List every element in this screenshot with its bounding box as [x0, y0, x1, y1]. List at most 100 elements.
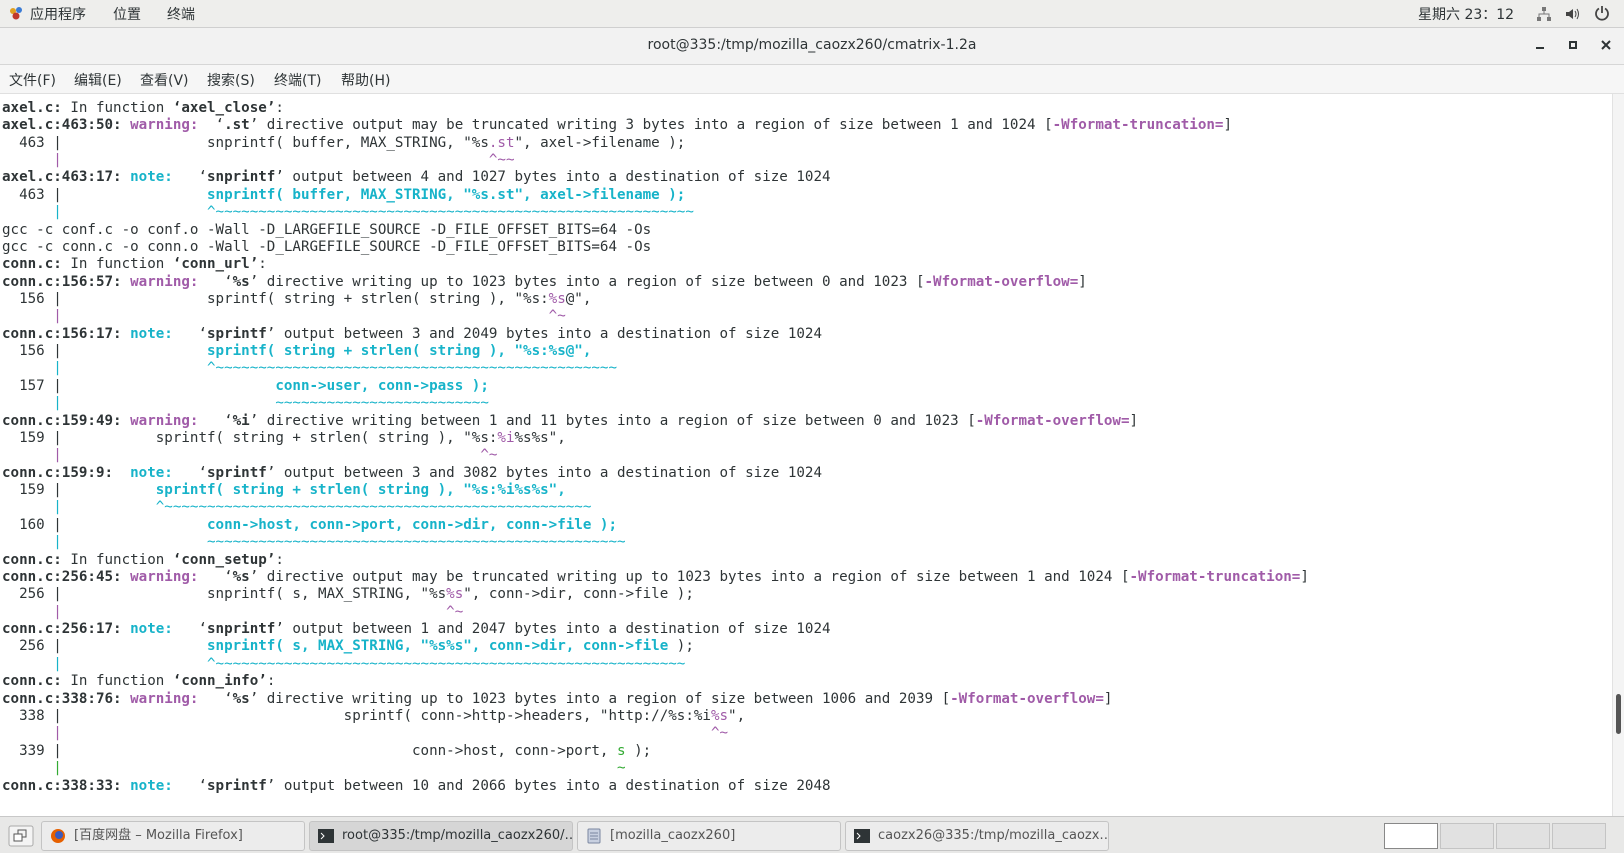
terminal-text: warning:	[130, 274, 207, 290]
terminal-line: conn.c: In function ‘conn_url’:	[2, 255, 267, 273]
terminal-text: ’ directive writing up to 1023 bytes int…	[249, 274, 925, 290]
terminal-text: %s	[232, 691, 250, 707]
workspace-2[interactable]	[1440, 823, 1494, 849]
file-manager-icon	[587, 828, 601, 844]
close-button[interactable]	[1595, 35, 1617, 57]
terminal-text: :	[275, 552, 284, 568]
menu-terminal-menu[interactable]: 终端(T)	[274, 70, 321, 90]
task-file-manager[interactable]: [mozilla_caozx260]	[577, 821, 841, 851]
terminal-text: warning:	[130, 413, 207, 429]
terminal-text: axel.c:463:50:	[2, 117, 131, 133]
terminal-line: | ^~~~~~~~~~~~~~~~~~~~~~~~~~~~~~~~~~~~~~…	[2, 498, 591, 516]
terminal-text: ‘conn_url’	[172, 256, 259, 272]
terminal-text: ]	[1078, 274, 1087, 290]
terminal-line: axel.c:463:17: note: ‘snprintf’ output b…	[2, 168, 831, 186]
terminal-text: ]	[1300, 569, 1309, 585]
terminal-text: gcc -c conn.c -o conn.o -Wall -D_LARGEFI…	[2, 239, 652, 255]
power-icon[interactable]	[1594, 5, 1610, 21]
terminal-line: | ^~	[2, 307, 566, 325]
terminal-text: );	[676, 638, 694, 654]
applications-icon[interactable]	[8, 5, 24, 21]
maximize-icon	[1569, 41, 1577, 49]
terminal-text: 463 |	[2, 187, 207, 203]
terminal-text: conn.c:	[2, 256, 62, 272]
clock[interactable]: 星期六 23：12	[1418, 4, 1514, 24]
terminal-text: conn.c:159:9:	[2, 465, 122, 481]
terminal-line: 463 | snprintf( buffer, MAX_STRING, "%s.…	[2, 186, 685, 204]
task-terminal-caozx[interactable]: caozx26@335:/tmp/mozilla_caozx…	[845, 821, 1109, 851]
show-desktop-icon[interactable]	[8, 825, 34, 847]
minimize-button[interactable]	[1529, 35, 1551, 57]
terminal-text: 156 |	[2, 343, 207, 359]
terminal-line: 159 | sprintf( string + strlen( string )…	[2, 429, 566, 447]
terminal-text: ‘	[207, 413, 233, 429]
terminal-text: :	[266, 673, 276, 689]
window-title: root@335:/tmp/mozilla_caozx260/cmatrix-1…	[647, 37, 977, 53]
terminal-text: axel.c:463:17:	[2, 169, 131, 185]
terminal-text: 160 |	[2, 517, 207, 533]
menu-help[interactable]: 帮助(H)	[341, 70, 390, 90]
terminal-line: axel.c:463:50: warning: ‘.st’ directive …	[2, 116, 1232, 134]
window-titlebar[interactable]: root@335:/tmp/mozilla_caozx260/cmatrix-1…	[0, 28, 1624, 65]
terminal-text: :	[258, 256, 267, 272]
volume-icon[interactable]	[1564, 6, 1580, 22]
terminal-text: note:	[130, 621, 182, 637]
terminal-line: conn.c:156:17: note: ‘sprintf’ output be…	[2, 325, 822, 343]
task-firefox[interactable]: [百度网盘 – Mozilla Firefox]	[41, 821, 305, 851]
task-terminal-root[interactable]: root@335:/tmp/mozilla_caozx260/…	[309, 821, 573, 851]
terminal-line: 157 | conn->user, conn->pass );	[2, 377, 489, 395]
terminal-line: | ^~	[2, 446, 497, 464]
terminal-text: .st	[224, 117, 250, 133]
terminal-line: conn.c:338:33: note: ‘sprintf’ output be…	[2, 777, 831, 795]
terminal-text: ‘conn_setup’	[172, 552, 276, 568]
menu-file[interactable]: 文件(F)	[9, 70, 56, 90]
terminal-text: snprintf	[207, 621, 276, 637]
terminal-text: ’ output between 3 and 2049 bytes into a…	[266, 326, 823, 342]
terminal-line: 256 | snprintf( s, MAX_STRING, "%s%s", c…	[2, 585, 694, 603]
menu-places[interactable]: 位置	[113, 4, 141, 24]
terminal-text: .st	[488, 135, 515, 151]
terminal-scrollbar[interactable]	[1612, 94, 1624, 816]
terminal-text: | ^~~	[2, 152, 515, 168]
terminal-text: note:	[121, 465, 182, 481]
terminal-text: ]	[1223, 117, 1233, 133]
terminal-text: %s	[548, 291, 566, 307]
terminal-text: %s	[710, 708, 729, 724]
terminal-line: 338 | sprintf( conn->http->headers, "htt…	[2, 707, 745, 725]
terminal-text: ’ directive writing up to 1023 bytes int…	[249, 691, 951, 707]
maximize-button[interactable]	[1562, 35, 1584, 57]
workspace-3[interactable]	[1496, 823, 1550, 849]
terminal-line: 159 | sprintf( string + strlen( string )…	[2, 481, 566, 499]
terminal-line: | ^~	[2, 724, 728, 742]
terminal-text: | ~	[2, 760, 626, 776]
terminal-text: 338 | sprintf( conn->http->headers, "htt…	[2, 708, 711, 724]
menu-terminal[interactable]: 终端	[167, 4, 195, 24]
terminal-text: In function	[61, 256, 173, 272]
menu-edit[interactable]: 编辑(E)	[74, 70, 122, 90]
scrollbar-thumb[interactable]	[1616, 694, 1621, 734]
terminal-text: | ^~~~~~~~~~~~~~~~~~~~~~~~~~~~~~~~~~~~~~…	[2, 656, 686, 672]
firefox-icon	[51, 829, 65, 843]
terminal-icon	[318, 829, 334, 843]
terminal-text: ’ directive output may be truncated writ…	[249, 569, 1130, 585]
terminal-line: gcc -c conn.c -o conn.o -Wall -D_LARGEFI…	[2, 238, 651, 256]
terminal-line: conn.c: In function ‘conn_setup’:	[2, 551, 284, 569]
terminal-text: ’ output between 1 and 2047 bytes into a…	[275, 621, 831, 637]
task-label: [mozilla_caozx260]	[610, 828, 736, 843]
terminal-text: conn.c:338:76:	[2, 691, 131, 707]
terminal-output[interactable]: axel.c: In function ‘axel_close’: axel.c:…	[0, 94, 1612, 816]
terminal-line: 463 | snprintf( buffer, MAX_STRING, "%s.…	[2, 134, 685, 152]
terminal-text: ’ directive output may be truncated writ…	[249, 117, 1053, 133]
menu-view[interactable]: 查看(V)	[140, 70, 189, 90]
workspace-4[interactable]	[1552, 823, 1606, 849]
terminal-text: conn.c:338:33:	[2, 778, 131, 794]
network-icon[interactable]	[1536, 6, 1552, 22]
terminal-text: %s	[232, 274, 250, 290]
workspace-1[interactable]	[1384, 823, 1438, 849]
terminal-text: ‘	[181, 169, 207, 185]
terminal-line: | ^~~~~~~~~~~~~~~~~~~~~~~~~~~~~~~~~~~~~~…	[2, 655, 685, 673]
terminal-text: | ^~	[2, 308, 566, 324]
menu-search[interactable]: 搜索(S)	[207, 70, 255, 90]
terminal-line: 160 | conn->host, conn->port, conn->dir,…	[2, 516, 617, 534]
menu-applications[interactable]: 应用程序	[30, 4, 86, 24]
